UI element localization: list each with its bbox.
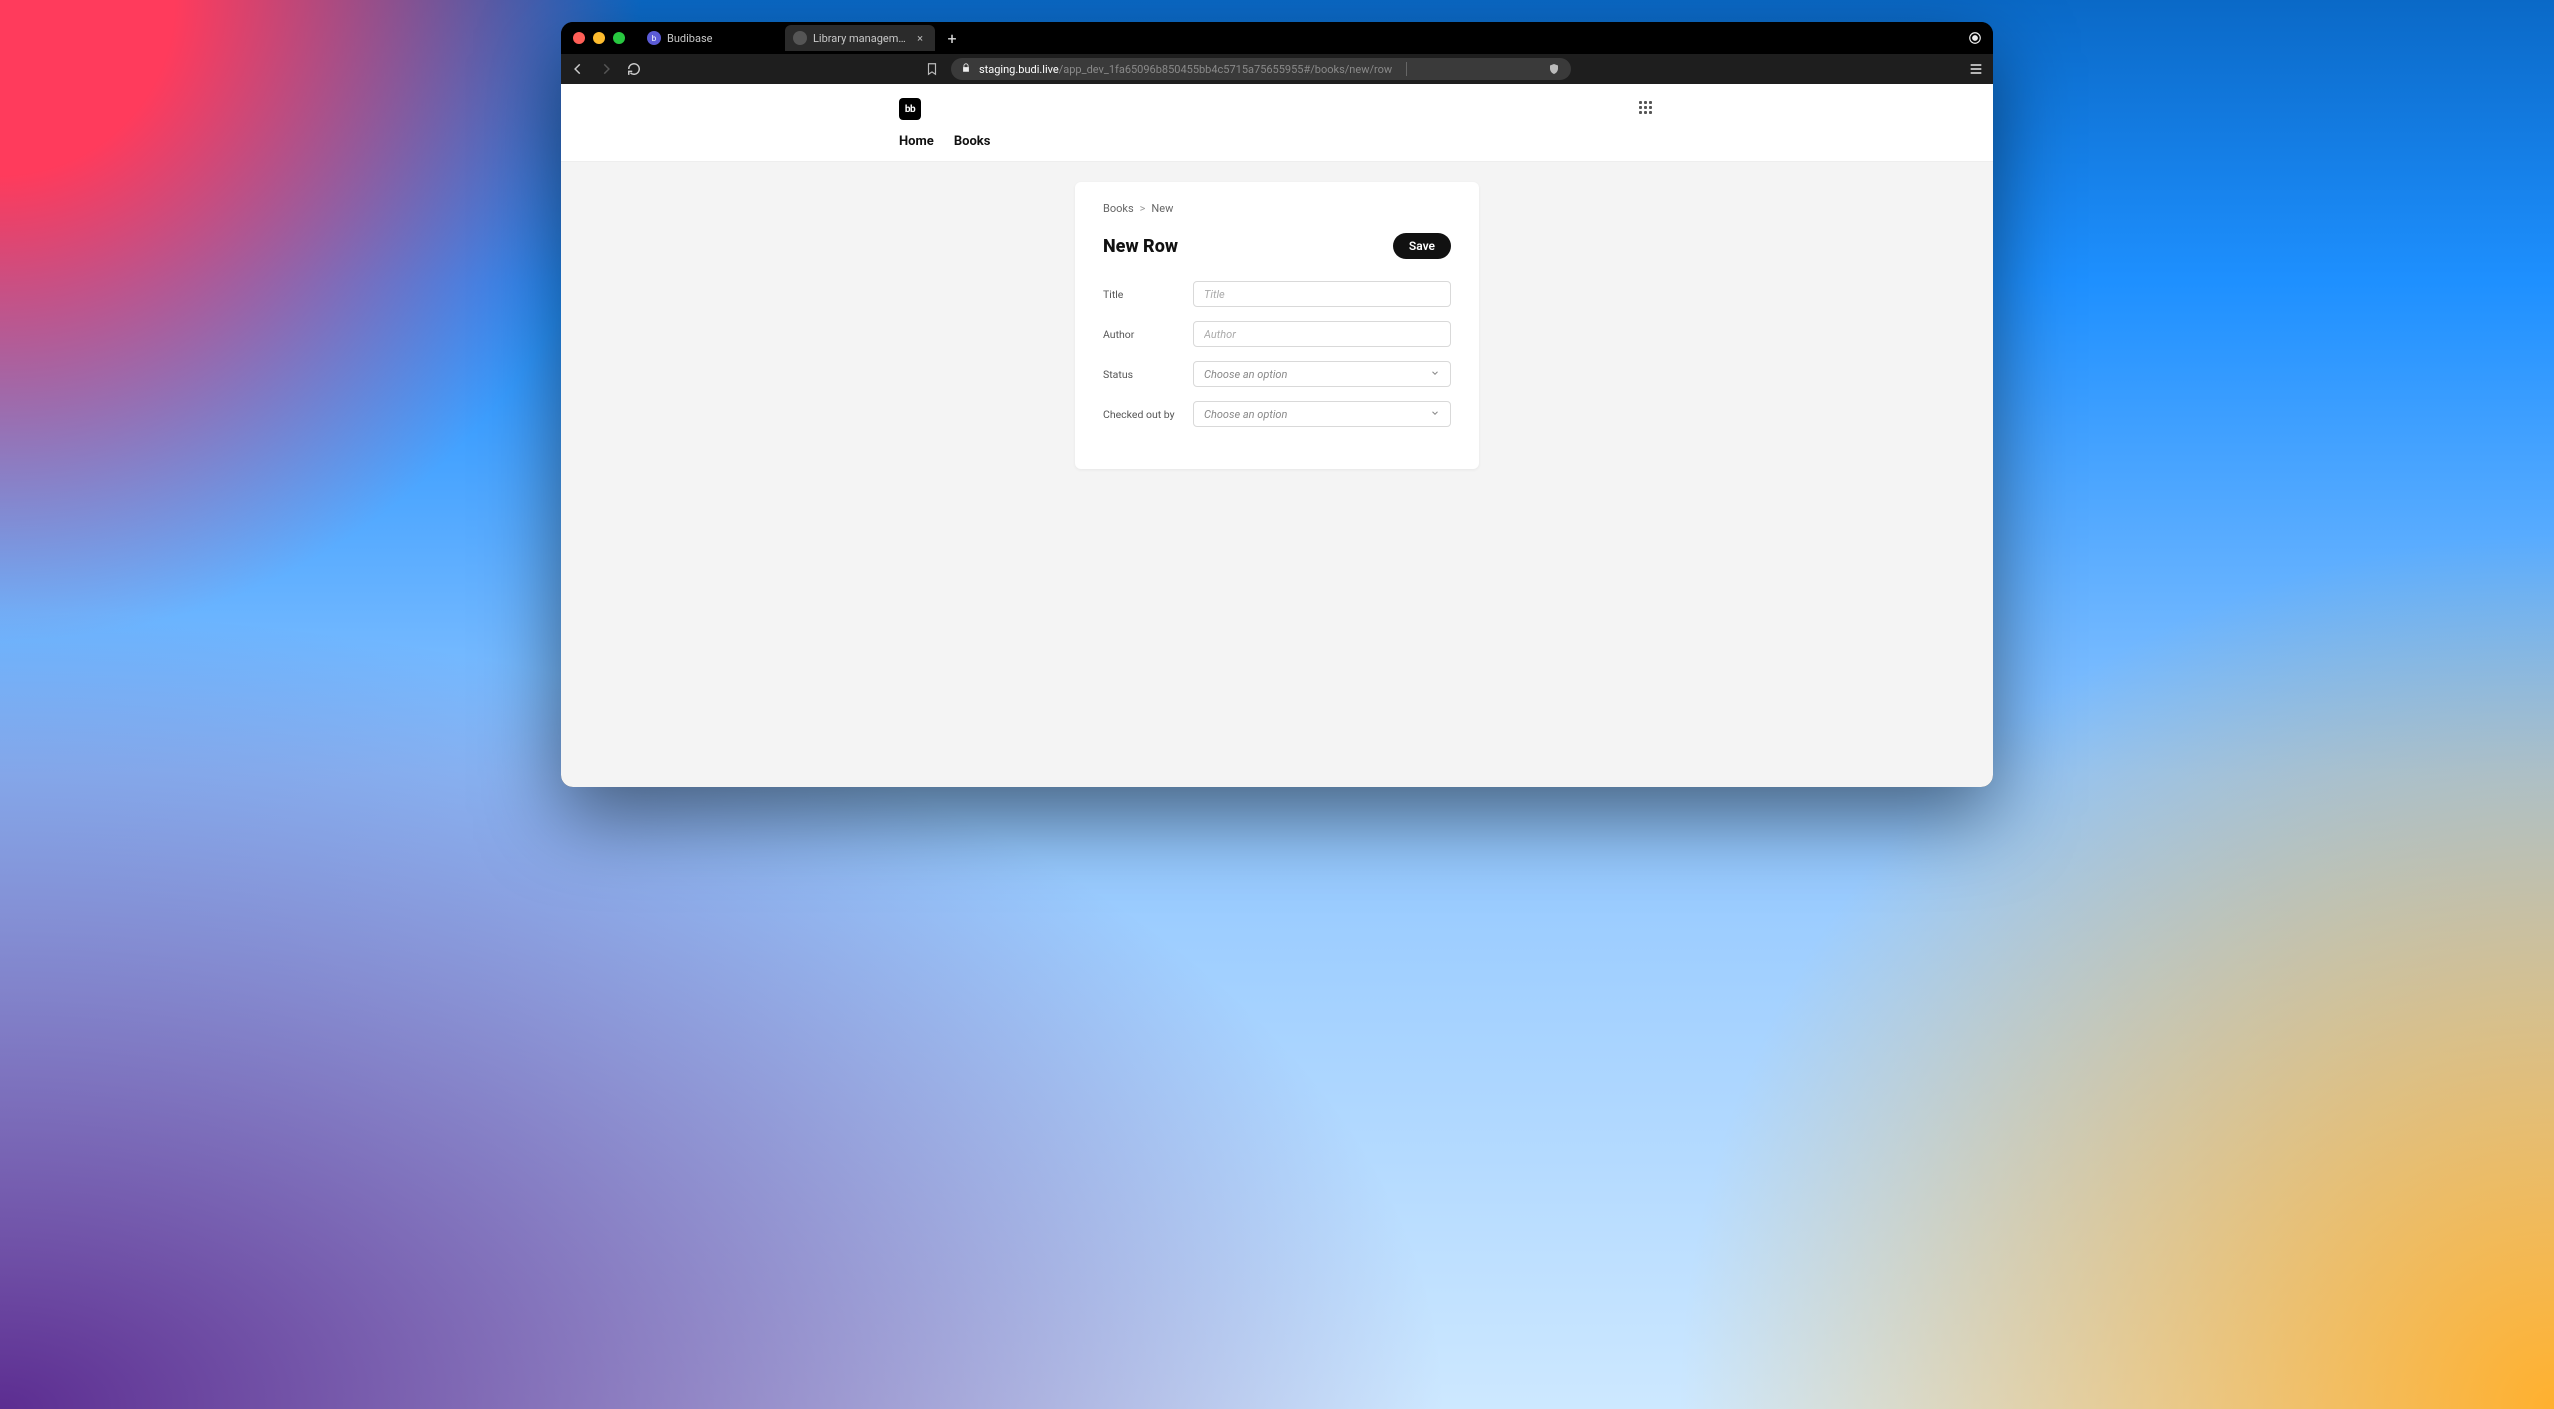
- url-host: staging.budi.live: [979, 63, 1059, 76]
- breadcrumb-separator: >: [1140, 202, 1146, 215]
- status-label: Status: [1103, 368, 1179, 381]
- page-body: Books > New New Row Save Title Author: [561, 162, 1993, 787]
- nav-home[interactable]: Home: [899, 134, 934, 149]
- window-controls: [573, 32, 625, 44]
- url-divider: [1406, 62, 1407, 76]
- bookmark-icon[interactable]: [923, 60, 941, 78]
- browser-menu-button[interactable]: [1967, 60, 1985, 78]
- window-minimize-button[interactable]: [593, 32, 605, 44]
- page-title: New Row: [1103, 236, 1178, 257]
- chevron-down-icon: [1430, 408, 1440, 421]
- app-nav: Home Books: [887, 120, 1667, 161]
- browser-window: b Budibase Library management app × +: [561, 22, 1993, 787]
- new-tab-button[interactable]: +: [941, 27, 963, 49]
- url-bar[interactable]: staging.budi.live/app_dev_1fa65096b85045…: [951, 58, 1571, 80]
- checked-out-by-label: Checked out by: [1103, 408, 1179, 421]
- shield-icon[interactable]: [1547, 62, 1561, 76]
- browser-tab-bar: b Budibase Library management app × +: [561, 22, 1993, 54]
- app-viewport: bb Home Books Books > New: [561, 84, 1993, 787]
- title-label: Title: [1103, 288, 1179, 301]
- breadcrumb-current: New: [1151, 202, 1173, 215]
- breadcrumb-root[interactable]: Books: [1103, 202, 1134, 215]
- author-input[interactable]: [1193, 321, 1451, 347]
- browser-tab[interactable]: b Budibase: [639, 25, 779, 51]
- status-select[interactable]: Choose an option: [1193, 361, 1451, 387]
- form-card: Books > New New Row Save Title Author: [1075, 182, 1479, 469]
- checked-out-by-select-placeholder: Choose an option: [1204, 408, 1287, 421]
- window-maximize-button[interactable]: [613, 32, 625, 44]
- favicon-icon: [793, 31, 807, 45]
- checked-out-by-select[interactable]: Choose an option: [1193, 401, 1451, 427]
- tab-title: Budibase: [667, 32, 771, 45]
- browser-tab[interactable]: Library management app ×: [785, 25, 935, 51]
- breadcrumb: Books > New: [1103, 202, 1451, 215]
- tab-close-button[interactable]: ×: [913, 32, 927, 45]
- app-logo[interactable]: bb: [899, 98, 921, 120]
- favicon-icon: b: [647, 31, 661, 45]
- url-path: /app_dev_1fa65096b850455bb4c5715a7565595…: [1059, 63, 1392, 76]
- tab-title: Library management app: [813, 32, 907, 45]
- url-text: staging.budi.live/app_dev_1fa65096b85045…: [979, 63, 1392, 76]
- nav-forward-button[interactable]: [597, 60, 615, 78]
- browser-toolbar: staging.budi.live/app_dev_1fa65096b85045…: [561, 54, 1993, 84]
- window-close-button[interactable]: [573, 32, 585, 44]
- status-select-placeholder: Choose an option: [1204, 368, 1287, 381]
- author-label: Author: [1103, 328, 1179, 341]
- nav-back-button[interactable]: [569, 60, 587, 78]
- nav-books[interactable]: Books: [954, 134, 991, 149]
- nav-reload-button[interactable]: [625, 60, 643, 78]
- save-button[interactable]: Save: [1393, 233, 1451, 259]
- lock-icon: [961, 63, 971, 76]
- chevron-down-icon: [1430, 368, 1440, 381]
- apps-grid-icon[interactable]: [1639, 101, 1655, 117]
- extensions-icon[interactable]: [1967, 30, 1983, 46]
- title-input[interactable]: [1193, 281, 1451, 307]
- app-header: bb Home Books: [561, 84, 1993, 162]
